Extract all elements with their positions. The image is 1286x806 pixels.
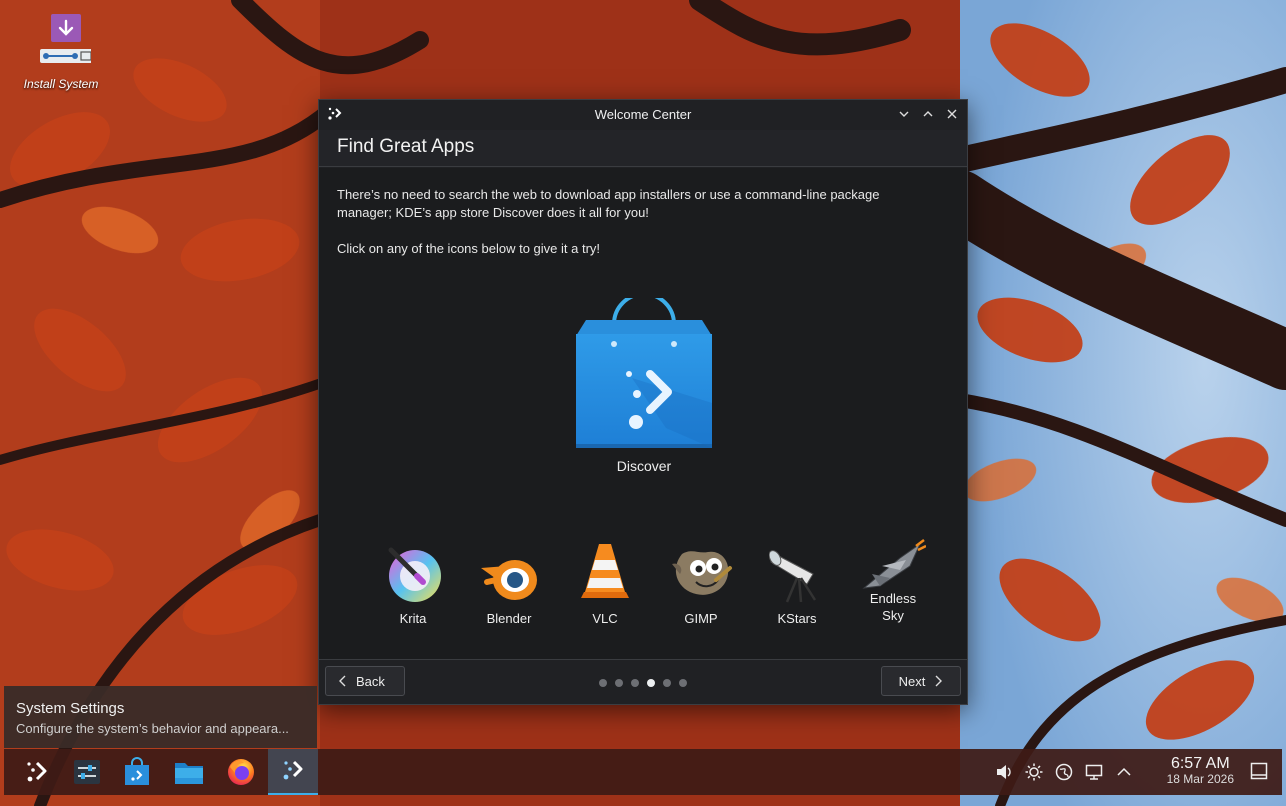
app-kstars[interactable]: KStars: [749, 538, 845, 627]
firefox-icon: [228, 759, 254, 785]
volume-icon: [997, 765, 1011, 779]
window-footer: Back Next: [319, 659, 967, 704]
tooltip-subtitle: Configure the system’s behavior and appe…: [16, 721, 289, 736]
chevron-down-icon: [899, 111, 909, 117]
page-dot[interactable]: [679, 679, 687, 687]
spaceship-icon: [862, 539, 926, 589]
back-button[interactable]: Back: [325, 666, 405, 696]
system-tray: [994, 749, 1134, 795]
clock-date: 18 Mar 2026: [1166, 772, 1234, 786]
page-content: There’s no need to search the web to dow…: [319, 168, 967, 660]
page-title: Find Great Apps: [337, 136, 475, 157]
brightness-icon: [1025, 763, 1043, 781]
folder-icon: [175, 763, 203, 784]
window-titlebar[interactable]: Welcome Center: [319, 100, 967, 130]
app-label: VLC: [592, 611, 618, 626]
page-dot[interactable]: [631, 679, 639, 687]
app-list: Krita Blender VLC GIMP KStars Endless Sk…: [365, 538, 941, 627]
chevron-left-icon: [339, 675, 346, 687]
minimize-button[interactable]: [895, 104, 913, 124]
desktop-icon-label: Install System: [23, 77, 99, 91]
taskbar-firefox[interactable]: [218, 749, 264, 795]
application-launcher-button[interactable]: [14, 749, 60, 795]
page-indicator: [599, 679, 687, 687]
krita-icon: [388, 547, 441, 602]
discover-bag-icon: [576, 298, 712, 448]
blender-icon: [481, 560, 537, 600]
description-paragraph-2: Click on any of the icons below to give …: [337, 241, 601, 256]
close-button[interactable]: [943, 104, 961, 124]
network-button[interactable]: [1054, 762, 1074, 782]
show-desktop-icon: [1250, 762, 1268, 780]
gimp-icon: [672, 551, 732, 595]
chevron-right-icon: [935, 675, 943, 687]
page-dot[interactable]: [615, 679, 623, 687]
expand-tray-icon: [1117, 767, 1131, 776]
expand-tray-button[interactable]: [1114, 762, 1134, 782]
desktop-icon-install-system[interactable]: Install System: [18, 12, 104, 91]
app-label: Blender: [486, 611, 532, 626]
clock-time: 6:57 AM: [1170, 755, 1230, 772]
taskbar-discover[interactable]: [114, 749, 160, 795]
digital-clock[interactable]: 6:57 AM 18 Mar 2026: [1167, 755, 1234, 786]
next-label: Next: [898, 673, 926, 689]
page-dot[interactable]: [647, 679, 655, 687]
window-title: Welcome Center: [594, 107, 692, 122]
welcome-center-window: Welcome Center Find Great Apps There’s n…: [318, 99, 968, 705]
system-settings-tooltip: System Settings Configure the system’s b…: [4, 686, 317, 748]
display-icon: [1085, 764, 1103, 780]
close-icon: [947, 109, 957, 119]
network-icon: [1055, 763, 1073, 781]
page-dot[interactable]: [599, 679, 607, 687]
app-label: Krita: [399, 611, 427, 626]
discover-icon: [125, 757, 149, 785]
taskbar-system-settings[interactable]: [64, 749, 110, 795]
taskbar: 6:57 AM 18 Mar 2026: [4, 749, 1282, 795]
app-blender[interactable]: Blender: [461, 538, 557, 627]
taskbar-file-manager[interactable]: [166, 749, 212, 795]
page-header: Find Great Apps: [319, 130, 967, 167]
page-dot[interactable]: [663, 679, 671, 687]
page-description: There’s no need to search the web to dow…: [337, 186, 937, 276]
app-vlc[interactable]: VLC: [557, 538, 653, 627]
app-endless-sky[interactable]: Endless Sky: [845, 538, 941, 627]
install-system-icon: [40, 14, 96, 63]
brightness-button[interactable]: [1024, 762, 1044, 782]
kde-launcher-icon: [27, 761, 47, 782]
app-label: Endless Sky: [869, 591, 917, 623]
discover-app-button[interactable]: Discover: [569, 298, 719, 474]
show-desktop-button[interactable]: [1250, 762, 1268, 780]
app-label: KStars: [777, 611, 817, 626]
discover-label: Discover: [616, 458, 672, 474]
maximize-button[interactable]: [919, 104, 937, 124]
app-gimp[interactable]: GIMP: [653, 538, 749, 627]
back-label: Back: [356, 673, 385, 689]
telescope-icon: [769, 550, 817, 603]
taskbar-welcome-center[interactable]: [268, 749, 318, 795]
volume-button[interactable]: [994, 762, 1014, 782]
display-button[interactable]: [1084, 762, 1104, 782]
chevron-up-icon: [923, 111, 933, 117]
tooltip-title: System Settings: [16, 700, 125, 717]
description-paragraph-1: There’s no need to search the web to dow…: [337, 187, 880, 220]
app-krita[interactable]: Krita: [365, 538, 461, 627]
settings-icon: [74, 760, 100, 784]
next-button[interactable]: Next: [881, 666, 961, 696]
welcome-center-icon: [283, 760, 303, 780]
vlc-cone-icon: [581, 544, 629, 598]
app-label: GIMP: [684, 611, 718, 626]
